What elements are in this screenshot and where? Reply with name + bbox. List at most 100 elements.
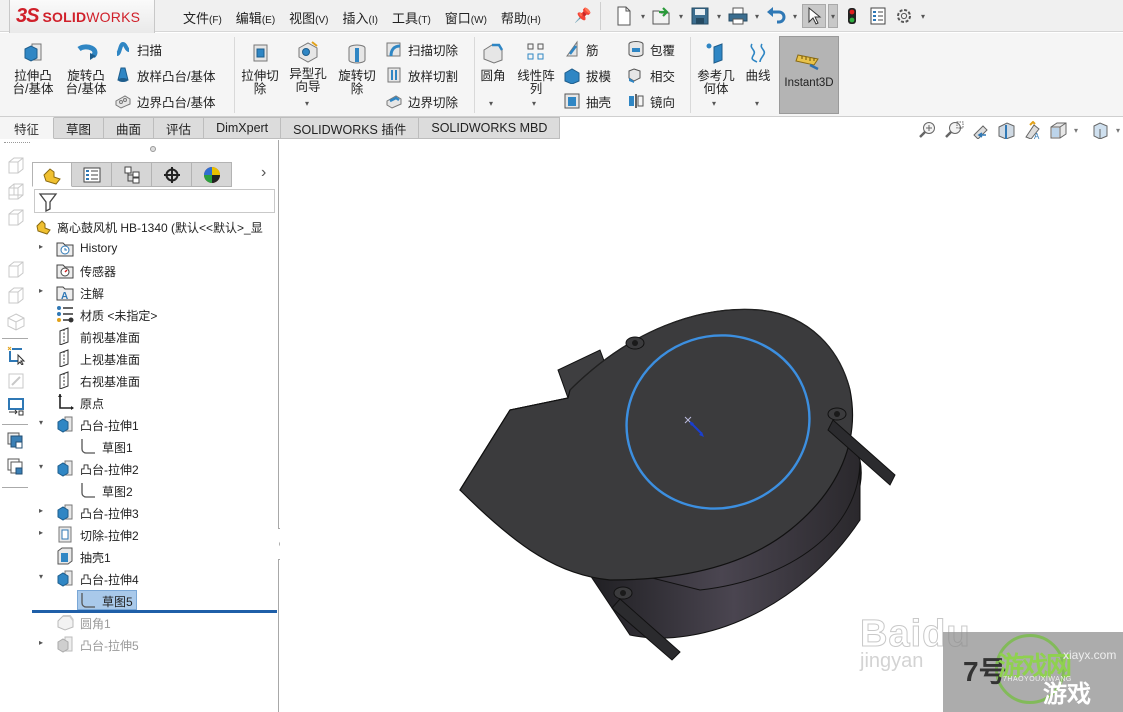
layers-outline-icon[interactable] [6, 457, 26, 477]
tree-filter-input[interactable] [34, 189, 275, 213]
collapse-arrow-icon[interactable]: ▾ [36, 418, 46, 427]
tab-dimxpert-manager[interactable] [152, 162, 192, 187]
panel-grip[interactable] [150, 146, 156, 152]
fillet-button[interactable]: 圆角 [477, 41, 509, 83]
loft-cut-button[interactable]: 放样切割 [385, 64, 458, 86]
menu-item-2[interactable]: 视图(V) [282, 6, 335, 29]
print-dropdown[interactable]: ▾ [752, 12, 762, 21]
undo-dropdown[interactable]: ▾ [790, 12, 800, 21]
reference-geometry-button[interactable]: 参考几 何体 [694, 41, 738, 96]
tree-root-part[interactable]: 离心鼓风机 HB-1340 (默认<<默认>_显 [32, 215, 278, 237]
layers-icon[interactable] [6, 431, 26, 451]
revolve-cut-button[interactable]: 旋转切 除 [335, 41, 379, 96]
move-copy-icon[interactable] [6, 397, 26, 417]
hole-wizard-button[interactable]: 异型孔 向导 [286, 39, 330, 94]
revolve-boss-button[interactable]: 旋转凸 台/基体 [63, 41, 109, 96]
pin-icon[interactable]: 📌 [574, 7, 591, 24]
draft-button[interactable]: 拔模 [563, 64, 611, 86]
tab-2[interactable]: 曲面 [104, 117, 155, 139]
menu-item-1[interactable]: 编辑(E) [229, 6, 282, 29]
fillet-dropdown[interactable]: ▾ [489, 99, 493, 108]
boundary-boss-button[interactable]: 边界凸台/基体 [114, 90, 215, 112]
tree-item[interactable]: 原点 [32, 391, 278, 413]
cube-wire-icon[interactable] [6, 182, 26, 202]
sketch-select-icon[interactable] [6, 345, 26, 365]
options-dropdown[interactable]: ▾ [918, 12, 928, 21]
tree-item[interactable]: ▸ History [32, 237, 278, 259]
tree-item[interactable]: ▾ 凸台-拉伸4 [32, 567, 278, 589]
tab-display-manager[interactable] [192, 162, 232, 187]
options-button[interactable] [892, 4, 916, 28]
select-dropdown[interactable]: ▾ [828, 4, 838, 28]
cube-wire-icon[interactable] [6, 260, 26, 280]
menu-item-6[interactable]: 帮助(H) [494, 6, 548, 29]
mirror-button[interactable]: 镜向 [627, 90, 675, 112]
menu-item-3[interactable]: 插入(I) [336, 6, 385, 29]
curves-dropdown[interactable]: ▾ [755, 99, 759, 108]
rebuild-button[interactable] [840, 4, 864, 28]
tab-5[interactable]: SOLIDWORKS 插件 [281, 117, 420, 139]
intersect-button[interactable]: 相交 [627, 64, 675, 86]
menu-item-0[interactable]: 文件(F) [176, 6, 229, 29]
menu-item-5[interactable]: 窗口(W) [438, 6, 494, 29]
cube-iso-icon[interactable] [6, 312, 26, 332]
print-button[interactable] [726, 4, 750, 28]
save-button[interactable] [688, 4, 712, 28]
shell-button[interactable]: 抽壳 [563, 90, 611, 112]
graphics-area[interactable] [280, 140, 1123, 712]
tree-item[interactable]: 传感器 [32, 259, 278, 281]
tree-item[interactable]: ▸ 凸台-拉伸3 [32, 501, 278, 523]
hole-wizard-dropdown[interactable]: ▾ [305, 99, 309, 108]
save-dropdown[interactable]: ▾ [714, 12, 724, 21]
extrude-boss-button[interactable]: 拉伸凸 台/基体 [10, 41, 56, 96]
new-document-button[interactable] [612, 4, 636, 28]
zoom-to-area-icon[interactable] [944, 121, 964, 139]
open-dropdown[interactable]: ▾ [676, 12, 686, 21]
sweep-button[interactable]: 扫描 [114, 38, 162, 60]
new-dropdown[interactable]: ▾ [638, 12, 648, 21]
tree-item[interactable]: 抽壳1 [32, 545, 278, 567]
tree-item[interactable]: ▸ 凸台-拉伸5 [32, 633, 278, 655]
cube-wire-icon[interactable] [6, 208, 26, 228]
tree-item[interactable]: 上视基准面 [32, 347, 278, 369]
previous-view-icon[interactable] [970, 121, 990, 139]
more-tabs-chevron-icon[interactable]: › [261, 164, 266, 182]
tree-item[interactable]: 草图2 [32, 479, 278, 501]
display-style-icon[interactable] [1090, 121, 1110, 139]
linear-pattern-button[interactable]: 线性阵 列 [514, 41, 558, 96]
tree-item[interactable]: ▸ 切除-拉伸2 [32, 523, 278, 545]
tab-0[interactable]: 特征 [0, 117, 55, 139]
zoom-to-fit-icon[interactable] [918, 121, 938, 139]
tab-4[interactable]: DimXpert [204, 117, 282, 139]
view-orientation-icon[interactable] [1048, 121, 1068, 139]
tree-item[interactable]: 前视基准面 [32, 325, 278, 347]
rib-button[interactable]: 筋 [563, 38, 599, 60]
tab-configuration-manager[interactable] [112, 162, 152, 187]
dynamic-annotation-icon[interactable]: A [1022, 121, 1042, 139]
extrude-cut-button[interactable]: 拉伸切 除 [238, 41, 282, 96]
tab-6[interactable]: SOLIDWORKS MBD [419, 117, 561, 139]
tree-item[interactable]: ▾ 凸台-拉伸2 [32, 457, 278, 479]
tree-item[interactable]: ▸ A 注解 [32, 281, 278, 303]
sweep-cut-button[interactable]: 扫描切除 [385, 38, 458, 60]
wrap-button[interactable]: 包覆 [627, 38, 675, 60]
collapse-arrow-icon[interactable]: ▾ [36, 572, 46, 581]
section-view-icon[interactable] [996, 121, 1016, 139]
tab-property-manager[interactable] [72, 162, 112, 187]
expand-arrow-icon[interactable]: ▸ [36, 286, 46, 295]
view-orientation-dropdown[interactable]: ▾ [1074, 126, 1078, 135]
loft-boss-button[interactable]: 放样凸台/基体 [114, 64, 215, 86]
tab-1[interactable]: 草图 [54, 117, 105, 139]
tab-3[interactable]: 评估 [154, 117, 205, 139]
edit-component-icon[interactable] [6, 371, 26, 391]
collapse-arrow-icon[interactable]: ▾ [36, 462, 46, 471]
expand-arrow-icon[interactable]: ▸ [36, 638, 46, 647]
boundary-cut-button[interactable]: 边界切除 [385, 90, 458, 112]
expand-arrow-icon[interactable]: ▸ [36, 528, 46, 537]
open-button[interactable] [650, 4, 674, 28]
display-style-dropdown[interactable]: ▾ [1116, 126, 1120, 135]
reference-geometry-dropdown[interactable]: ▾ [712, 99, 716, 108]
cube-wire-icon[interactable] [6, 286, 26, 306]
instant3d-button[interactable]: Instant3D [779, 36, 839, 114]
tree-item[interactable]: 材质 <未指定> [32, 303, 278, 325]
